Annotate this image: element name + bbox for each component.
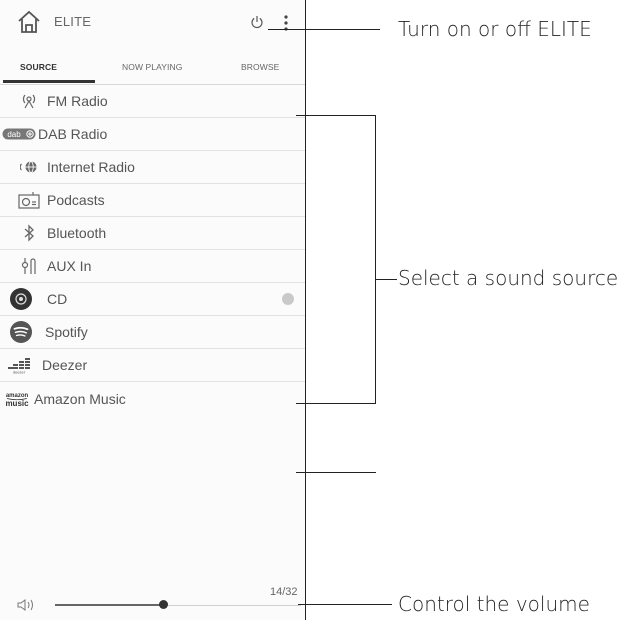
tab-now-playing[interactable]: NOW PLAYING	[122, 62, 182, 72]
callout-line-volume	[298, 604, 392, 605]
callout-line-extra	[296, 472, 376, 473]
source-list: FM Radio dab DAB Radio Internet Radio Po…	[0, 85, 305, 415]
callout-bracket	[375, 115, 376, 404]
svg-text:dab: dab	[7, 130, 21, 139]
fm-radio-icon	[13, 90, 45, 112]
source-label: FM Radio	[47, 93, 108, 109]
callout-line-source-bottom	[296, 403, 376, 404]
volume-fill	[55, 604, 163, 606]
callout-line-source	[375, 279, 397, 280]
app-bar: ELITE	[0, 0, 305, 46]
source-item-fm-radio[interactable]: FM Radio	[0, 85, 305, 118]
home-icon[interactable]	[16, 9, 42, 35]
volume-readout: 14/32	[270, 586, 298, 598]
source-item-dab-radio[interactable]: dab DAB Radio	[0, 118, 305, 151]
source-label: Amazon Music	[34, 390, 126, 407]
source-label: AUX In	[47, 258, 92, 274]
source-item-bluetooth[interactable]: Bluetooth	[0, 217, 305, 250]
source-item-podcasts[interactable]: Podcasts	[0, 184, 305, 217]
source-label: Spotify	[45, 324, 88, 340]
source-item-aux-in[interactable]: AUX In	[0, 250, 305, 283]
callout-line-source-top	[296, 115, 376, 116]
source-item-amazon-music[interactable]: amazon music Amazon Music	[0, 382, 305, 415]
source-label: Deezer	[42, 357, 88, 373]
active-tab-indicator	[3, 80, 95, 83]
svg-text:deezer: deezer	[13, 370, 26, 375]
source-item-cd[interactable]: CD	[0, 283, 305, 316]
deezer-icon: deezer	[4, 354, 36, 376]
source-label: Bluetooth	[47, 225, 107, 241]
svg-text:music: music	[5, 399, 29, 408]
callout-volume: Control the volume	[398, 592, 590, 616]
selected-indicator	[282, 293, 294, 305]
app-screen: ELITE SOURCE NOW PLAYING BROWSE FM Radio	[0, 0, 306, 620]
power-icon[interactable]	[250, 15, 264, 29]
dab-icon: dab	[2, 123, 36, 145]
source-label: Podcasts	[47, 192, 105, 208]
speaker-icon	[17, 599, 33, 611]
tab-source[interactable]: SOURCE	[20, 62, 57, 72]
callout-line-power	[268, 29, 380, 30]
volume-bar: 14/32	[0, 576, 305, 620]
globe-icon	[13, 156, 45, 178]
callout-power: Turn on or off ELITE	[398, 17, 592, 41]
source-label: CD	[47, 291, 68, 307]
callout-source: Select a sound source	[398, 266, 619, 290]
tab-browse[interactable]: BROWSE	[241, 62, 279, 72]
source-item-internet-radio[interactable]: Internet Radio	[0, 151, 305, 184]
cd-icon	[5, 288, 37, 310]
source-label: DAB Radio	[38, 126, 108, 142]
amazon-music-icon: amazon music	[2, 388, 32, 410]
bluetooth-icon	[13, 222, 45, 244]
app-title: ELITE	[54, 14, 92, 29]
source-item-spotify[interactable]: Spotify	[0, 316, 305, 349]
spotify-icon	[5, 321, 37, 343]
aux-icon	[13, 255, 45, 277]
volume-thumb[interactable]	[159, 600, 168, 609]
podcast-icon	[13, 189, 45, 211]
source-label: Internet Radio	[47, 159, 135, 175]
source-item-deezer[interactable]: deezer Deezer	[0, 349, 305, 382]
